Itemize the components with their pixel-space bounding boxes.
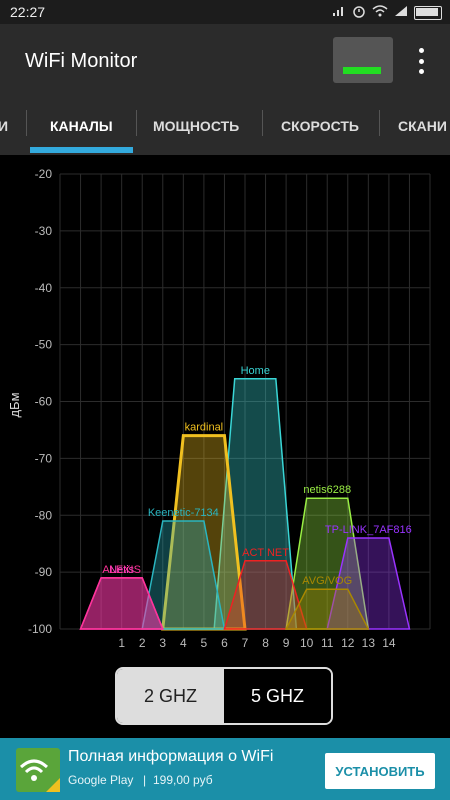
- active-tab-indicator: [30, 147, 133, 153]
- network-label: netis6288: [303, 484, 351, 496]
- network-label: kardinal: [185, 422, 224, 434]
- y-tick-label: -60: [35, 395, 53, 409]
- x-tick-label: 3: [159, 636, 166, 650]
- y-axis-label: дБм: [7, 392, 22, 417]
- y-tick-label: -100: [28, 622, 52, 636]
- menu-dots-icon[interactable]: [414, 48, 428, 74]
- tab-speed[interactable]: СКОРОСТЬ: [281, 118, 359, 134]
- ad-store: Google Play: [68, 773, 134, 787]
- ad-title: Полная информация о WiFi: [68, 748, 274, 765]
- y-tick-label: -40: [35, 281, 53, 295]
- x-tick-label: 12: [341, 636, 355, 650]
- network-label: ALEXIS: [102, 564, 141, 576]
- x-tick-label: 8: [262, 636, 269, 650]
- y-tick-label: -80: [35, 508, 53, 522]
- network-label: ACT NET: [242, 547, 289, 559]
- x-tick-label: 11: [321, 636, 334, 650]
- tab-scan[interactable]: СКАНИ: [398, 118, 447, 134]
- network-label: Home: [241, 365, 270, 377]
- band-5ghz-button[interactable]: 5 GHZ: [224, 669, 331, 723]
- ad-price: 199,00 руб: [153, 773, 213, 787]
- tab-divider: [136, 110, 137, 136]
- alarm-icon: [352, 4, 366, 21]
- network-label: AVG/VOG: [302, 575, 352, 587]
- tab-info[interactable]: И: [0, 118, 8, 134]
- ad-banner[interactable]: Полная информация о WiFi Google Play | 1…: [0, 738, 450, 800]
- tab-channels[interactable]: КАНАЛЫ: [50, 118, 113, 134]
- x-tick-label: 13: [362, 636, 376, 650]
- network-label: TP-LINK_7AF816: [325, 524, 412, 536]
- x-tick-label: 2: [139, 636, 146, 650]
- wifi-icon: [372, 5, 388, 20]
- channel-chart[interactable]: -20-30-40-50-60-70-80-90-1001 2 3 4 5 6 7 8 9 10 1…: [0, 160, 450, 660]
- x-tick-label: 10: [300, 636, 314, 650]
- network-label: Keenetic-7134: [148, 507, 219, 519]
- x-tick-label: 9: [283, 636, 290, 650]
- wifi-app-icon: [16, 748, 60, 792]
- x-tick-label: 1: [118, 636, 125, 650]
- wifi-signal-icon: [332, 5, 346, 20]
- app-title: WiFi Monitor: [25, 50, 138, 72]
- status-bar: 22:27: [0, 0, 450, 24]
- tab-divider: [26, 110, 27, 136]
- band-toggle: 2 GHZ 5 GHZ: [115, 667, 333, 725]
- tab-divider: [262, 110, 263, 136]
- y-tick-label: -30: [35, 224, 53, 238]
- app-bar: WiFi Monitor: [0, 24, 450, 98]
- status-icons: [332, 4, 442, 21]
- ad-separator: |: [143, 773, 147, 787]
- x-tick-label: 14: [382, 636, 396, 650]
- status-time: 22:27: [10, 4, 46, 20]
- cell-signal-icon: [394, 5, 408, 20]
- tab-divider: [379, 110, 380, 136]
- x-tick-label: 6: [221, 636, 228, 650]
- y-tick-label: -20: [35, 167, 53, 181]
- tab-power[interactable]: МОЩНОСТЬ: [153, 118, 239, 134]
- battery-icon: [414, 5, 442, 20]
- y-tick-label: -70: [35, 451, 53, 465]
- y-tick-label: -50: [35, 338, 53, 352]
- tab-bar: И КАНАЛЫ МОЩНОСТЬ СКОРОСТЬ СКАНИ: [0, 98, 450, 155]
- band-2ghz-button[interactable]: 2 GHZ: [117, 669, 224, 723]
- x-tick-label: 4: [180, 636, 187, 650]
- x-tick-label: 7: [242, 636, 249, 650]
- x-tick-label: 5: [201, 636, 208, 650]
- install-button[interactable]: УСТАНОВИТЬ: [325, 753, 435, 789]
- y-tick-label: -90: [35, 565, 53, 579]
- signal-meter-button[interactable]: [333, 37, 393, 83]
- signal-meter-fill: [343, 67, 381, 74]
